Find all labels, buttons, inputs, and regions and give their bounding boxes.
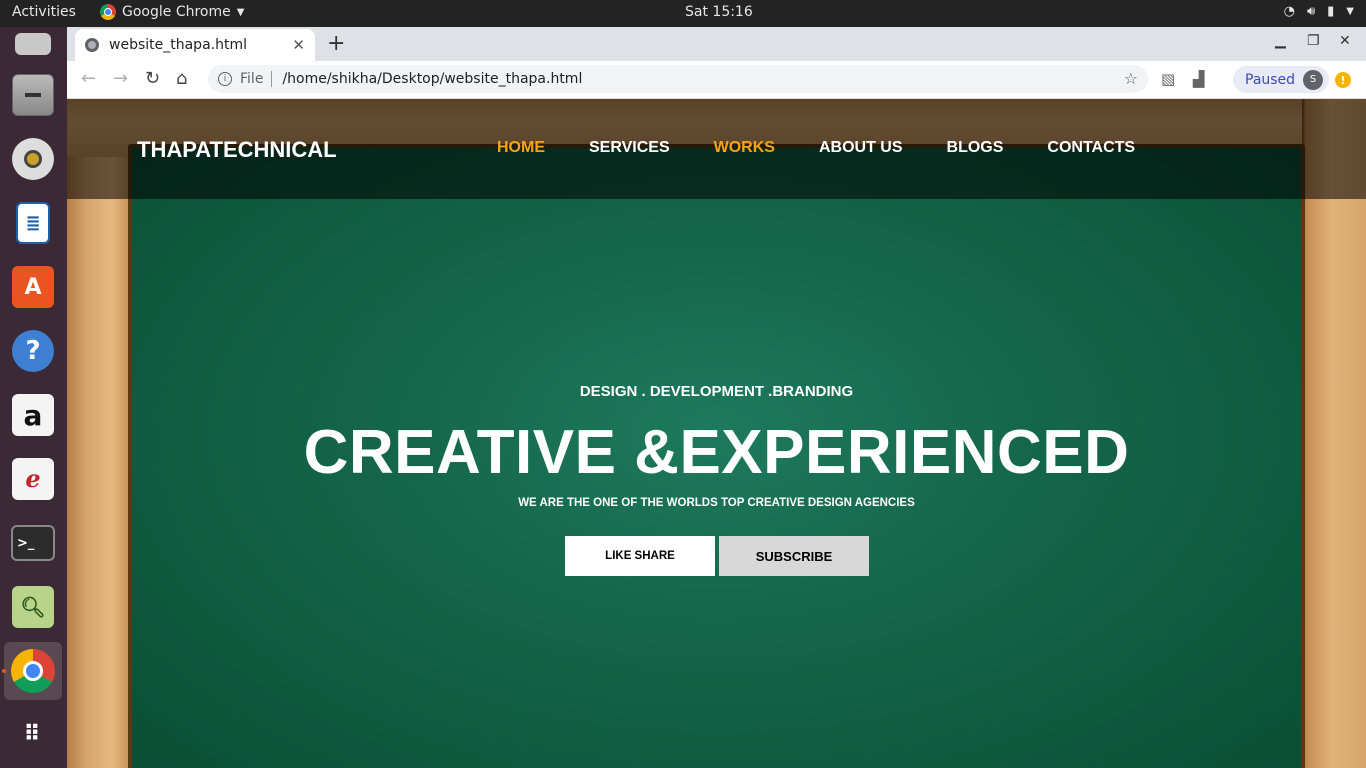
running-indicator [2, 669, 6, 673]
hero-headline: CREATIVE &EXPERIENCED [303, 418, 1130, 487]
document-viewer-icon: ℯ [12, 458, 54, 500]
address-divider [271, 71, 273, 87]
subscribe-button[interactable]: SUBSCRIBE [719, 536, 869, 576]
caret-down-icon: ▼ [1346, 6, 1354, 17]
dock-item-software[interactable]: A [8, 262, 58, 312]
rhythmbox-icon [12, 138, 54, 180]
profile-status: Paused [1245, 71, 1296, 88]
home-icon[interactable]: ⌂ [176, 68, 187, 89]
minimize-icon[interactable]: ▁ [1275, 33, 1286, 49]
software-center-icon: A [12, 266, 54, 308]
dock-item-terminal[interactable]: >_ [8, 518, 58, 568]
dock-item-viewer[interactable]: ℯ [8, 454, 58, 504]
browser-window: website_thapa.html ✕ + ▁ ❐ ✕ ← → ↻ ⌂ i F… [67, 27, 1366, 768]
system-top-bar: Activities Google Chrome ▼ Sat 15:16 ◔ 🔊… [0, 0, 1366, 27]
files-icon [12, 74, 54, 116]
dock-item-files[interactable] [8, 70, 58, 120]
update-warning-icon[interactable]: ! [1335, 72, 1351, 88]
wifi-icon: ◔ [1283, 4, 1295, 19]
libreoffice-writer-icon: ≣ [16, 202, 50, 244]
web-page: THAPATECHNICAL HOME SERVICES WORKS ABOUT… [67, 99, 1366, 768]
dock-item-rhythmbox[interactable] [8, 134, 58, 184]
battery-icon: ▮ [1327, 4, 1335, 19]
close-tab-icon[interactable]: ✕ [292, 36, 305, 54]
avatar: S [1303, 69, 1324, 90]
chrome-icon [100, 4, 116, 20]
dock-item-amazon[interactable]: a [8, 390, 58, 440]
tab-title: website_thapa.html [109, 37, 247, 53]
address-url[interactable]: /home/shikha/Desktop/website_thapa.html [282, 71, 582, 87]
dock-item-image-viewer[interactable]: 🔍︎ [8, 582, 58, 632]
thunderbird-icon [15, 33, 51, 55]
globe-icon [85, 38, 99, 52]
image-viewer-icon: 🔍︎ [12, 586, 54, 628]
profile-button[interactable]: Paused S [1233, 66, 1330, 93]
amazon-icon: a [12, 394, 54, 436]
close-window-icon[interactable]: ✕ [1339, 33, 1351, 49]
show-applications-button[interactable]: ⠿ [8, 710, 58, 760]
new-tab-button[interactable]: + [327, 31, 345, 56]
help-icon: ? [12, 330, 54, 372]
app-menu-label: Google Chrome [122, 4, 231, 20]
hero-tagline: DESIGN . DEVELOPMENT .BRANDING [579, 383, 854, 400]
caret-down-icon: ▼ [236, 6, 245, 18]
hero-subline: WE ARE THE ONE OF THE WORLDS TOP CREATIV… [518, 497, 915, 509]
reload-icon[interactable]: ↻ [145, 68, 160, 89]
system-tray[interactable]: ◔ 🔊︎ ▮ ▼ [1284, 4, 1354, 19]
address-bar[interactable]: i File /home/shikha/Desktop/website_thap… [208, 65, 1148, 93]
terminal-icon: >_ [11, 525, 55, 561]
app-menu[interactable]: Google Chrome ▼ [100, 4, 244, 20]
forward-icon[interactable]: → [113, 68, 128, 89]
browser-toolbar: ← → ↻ ⌂ i File /home/shikha/Desktop/webs… [67, 61, 1366, 99]
info-icon[interactable]: i [218, 72, 232, 86]
restore-icon[interactable]: ❐ [1307, 33, 1320, 49]
address-scheme: File [240, 71, 264, 87]
extension-chart-icon[interactable]: ▟ [1193, 70, 1205, 88]
bookmark-star-icon[interactable]: ☆ [1124, 69, 1138, 88]
back-icon[interactable]: ← [81, 68, 96, 89]
tab-strip: website_thapa.html ✕ + ▁ ❐ ✕ [67, 27, 1366, 61]
app-grid-icon: ⠿ [23, 722, 43, 747]
like-share-button[interactable]: LIKE SHARE [565, 536, 715, 576]
clock[interactable]: Sat 15:16 [685, 4, 753, 20]
extension-icon[interactable]: ▧ [1161, 70, 1175, 88]
dock-item-writer[interactable]: ≣ [8, 198, 58, 248]
dock-item-chrome[interactable] [4, 642, 62, 700]
volume-icon: 🔊︎ [1306, 4, 1316, 19]
hero-section: DESIGN . DEVELOPMENT .BRANDING CREATIVE … [67, 99, 1366, 768]
activities-button[interactable]: Activities [12, 4, 76, 20]
tab-website-thapa[interactable]: website_thapa.html ✕ [75, 29, 315, 61]
dock-item-help[interactable]: ? [8, 326, 58, 376]
chrome-icon [11, 649, 55, 693]
dock: ≣ A ? a ℯ >_ 🔍︎ ⠿ [0, 27, 67, 768]
